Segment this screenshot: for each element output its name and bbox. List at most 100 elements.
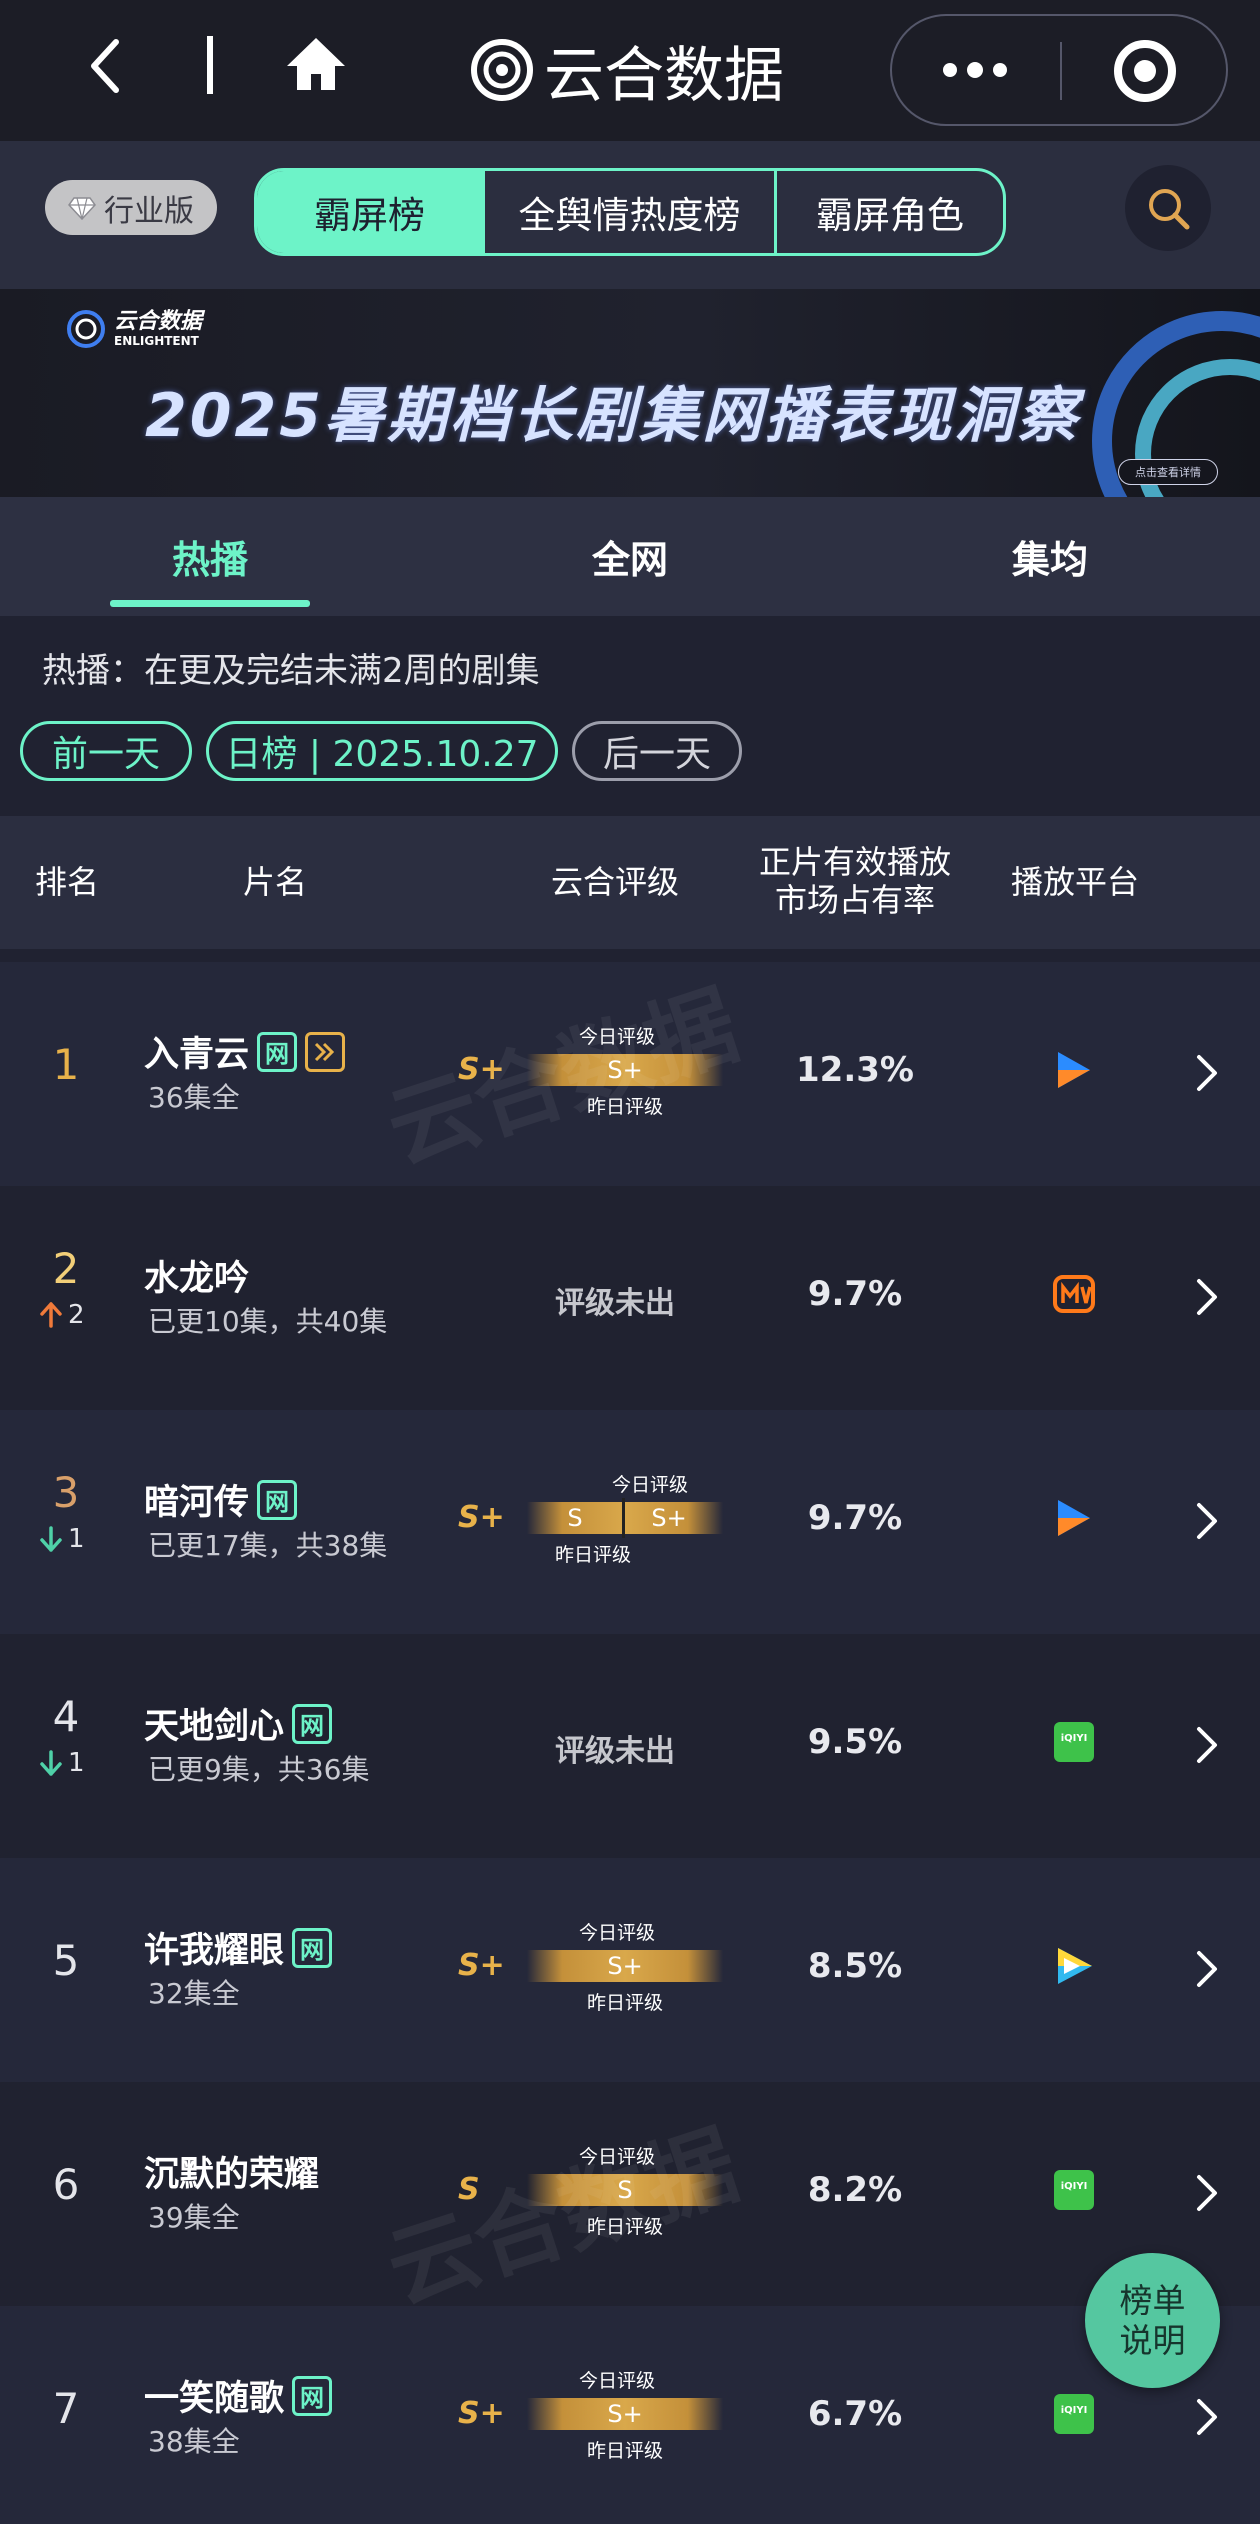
- table-row[interactable]: 5 许我耀眼网 32集全 S+ S+ 今日评级 昨日评级 8.5%: [0, 1858, 1260, 2082]
- table-row[interactable]: 2 2 水龙吟 已更10集，共40集 评级未出 9.7%: [0, 1186, 1260, 1410]
- segment-sentiment-heat[interactable]: 全舆情热度榜: [485, 171, 777, 253]
- search-button[interactable]: [1125, 165, 1211, 251]
- chevron-right-icon[interactable]: [1196, 1278, 1218, 1316]
- prev-day-button[interactable]: 前一天: [20, 721, 192, 781]
- app-title-text: 云合数据: [544, 40, 784, 111]
- col-grade: 云合评级: [550, 863, 679, 901]
- rank-change: 2: [40, 1300, 100, 1330]
- iqiyi-icon[interactable]: iQIYI: [1052, 1720, 1096, 1764]
- drama-title[interactable]: 水龙吟: [144, 1250, 249, 1301]
- enlightent-logo-icon: [67, 310, 105, 348]
- home-icon[interactable]: [285, 36, 347, 92]
- table-row[interactable]: 1 入青云网 36集全 S+ S+ 今日评级 昨日评级 12.3%: [0, 962, 1260, 1186]
- table-header: 排名 片名 云合评级 正片有效播放 市场占有率 播放平台: [0, 816, 1260, 949]
- table-row[interactable]: 3 1 暗河传网已更17集，共38集 S+ S S+ 今日评级 昨日评级 9.7%: [0, 1410, 1260, 1634]
- market-share: 6.7%: [807, 2394, 903, 2434]
- col-share-line2: 市场占有率: [774, 881, 935, 919]
- yesterday-grade-label: 昨日评级: [587, 1096, 664, 1118]
- divider: [207, 36, 213, 94]
- drama-title[interactable]: 入青云网: [144, 1026, 346, 1077]
- promo-banner[interactable]: 云合数据 ENLIGHTENT 2025暑期档长剧集网播表现洞察 点击查看详情: [0, 289, 1260, 497]
- rank-number: 1: [52, 1040, 80, 1089]
- col-platform: 播放平台: [1010, 863, 1139, 901]
- chevron-right-icon[interactable]: [1196, 1054, 1218, 1092]
- market-share: 9.7%: [807, 1274, 903, 1314]
- rank-number: 3: [52, 1468, 80, 1517]
- close-miniprogram-icon[interactable]: [1112, 38, 1178, 104]
- rank-down-icon: [40, 1526, 62, 1552]
- col-title: 片名: [242, 863, 307, 901]
- drama-title[interactable]: 沉默的荣耀: [144, 2146, 319, 2197]
- chevron-right-icon[interactable]: [1196, 2174, 1218, 2212]
- yunhe-grade: S+: [458, 1948, 505, 1983]
- back-icon[interactable]: [86, 38, 126, 94]
- market-share: 9.7%: [807, 1498, 903, 1538]
- rank-number: 2: [52, 1244, 80, 1293]
- next-day-button[interactable]: 后一天: [572, 721, 742, 781]
- mango-tv-icon[interactable]: [1052, 1272, 1096, 1316]
- yunhe-grade: S+: [458, 1052, 505, 1087]
- grade-bar-value: S: [617, 2176, 633, 2204]
- grade-not-available: 评级未出: [555, 1286, 675, 1321]
- today-grade-label: 今日评级: [579, 1026, 656, 1048]
- web-drama-tag: 网: [257, 1031, 298, 1072]
- banner-cta[interactable]: 点击查看详情: [1118, 459, 1218, 485]
- iqiyi-icon[interactable]: iQIYI: [1052, 2168, 1096, 2212]
- rank-up-icon: [40, 1302, 62, 1328]
- chevron-right-icon[interactable]: [1196, 1950, 1218, 1988]
- table-row[interactable]: 4 1 天地剑心网已更9集，共36集 评级未出 9.5% iQIYI: [0, 1634, 1260, 1858]
- list-definition-note: 热播：在更及完结未满2周的剧集: [42, 651, 540, 691]
- episode-status: 39集全: [148, 2201, 240, 2234]
- col-share-line1: 正片有效播放: [758, 843, 951, 881]
- drama-title[interactable]: 一笑随歌网: [144, 2370, 333, 2421]
- episode-status: 38集全: [148, 2425, 240, 2458]
- market-share: 9.5%: [807, 1722, 903, 1762]
- rank-number: 4: [52, 1692, 80, 1741]
- grade-bar-yesterday: S: [567, 1504, 583, 1532]
- table-row[interactable]: 7 一笑随歌网 38集全 S+ S+ 今日评级 昨日评级 6.7% iQIYI: [0, 2306, 1260, 2524]
- market-share: 12.3%: [796, 1050, 914, 1090]
- tencent-video-icon[interactable]: [1052, 1496, 1096, 1540]
- iqiyi-icon[interactable]: iQIYI: [1052, 2392, 1096, 2436]
- more-icon[interactable]: [940, 58, 1010, 82]
- yesterday-grade-label: 昨日评级: [587, 2216, 664, 2238]
- grade-compare-bar: S S+ 今日评级 昨日评级: [527, 1474, 723, 1566]
- exclusive-vip-tag: [305, 1031, 346, 1072]
- table-row[interactable]: 6 沉默的荣耀 39集全 S S 今日评级 昨日评级 8.2% iQIYI: [0, 2082, 1260, 2306]
- grade-compare-bar: S+ 今日评级 昨日评级: [527, 1922, 723, 2014]
- drama-title[interactable]: 许我耀眼网: [144, 1922, 333, 1973]
- date-selector[interactable]: 日榜 | 2025.10.27: [206, 721, 558, 781]
- grade-compare-bar: S+ 今日评级 昨日评级: [527, 2370, 723, 2462]
- drama-title[interactable]: 天地剑心网: [144, 1698, 333, 1749]
- grade-bar-value: S+: [607, 1952, 643, 1980]
- tencent-video-icon[interactable]: [1052, 1048, 1096, 1092]
- yesterday-grade-label: 昨日评级: [587, 1992, 664, 2014]
- rank-change: 1: [40, 1524, 100, 1554]
- chevron-right-icon[interactable]: [1196, 1502, 1218, 1540]
- episode-status: 已更17集，共38集: [148, 1529, 388, 1562]
- chevron-right-icon[interactable]: [1196, 1726, 1218, 1764]
- yesterday-grade-label: 昨日评级: [555, 1544, 632, 1566]
- drama-title[interactable]: 暗河传网: [144, 1474, 298, 1525]
- grade-compare-bar: S+ 今日评级 昨日评级: [527, 1026, 723, 1118]
- ranking-explanation-button[interactable]: 榜单 说明: [1085, 2253, 1220, 2388]
- yunhe-grade: S+: [458, 1500, 505, 1535]
- segment-dominant-roles[interactable]: 霸屏角色: [777, 171, 1003, 253]
- banner-logo: 云合数据 ENLIGHTENT: [66, 309, 202, 349]
- segment-dominance[interactable]: 霸屏榜: [257, 171, 485, 253]
- tab-per-episode[interactable]: 集均: [950, 497, 1150, 616]
- col-rank: 排名: [34, 863, 99, 901]
- yunhe-grade: S+: [458, 2396, 505, 2431]
- rank-number: 7: [52, 2384, 80, 2433]
- yunhe-grade: S: [458, 2172, 480, 2207]
- youku-icon[interactable]: [1052, 1944, 1096, 1988]
- tab-hot[interactable]: 热播: [110, 497, 310, 616]
- app-title: 云合数据: [470, 30, 784, 111]
- episode-status: 已更9集，共36集: [148, 1753, 370, 1786]
- tab-all-network[interactable]: 全网: [530, 497, 730, 616]
- grade-compare-bar: S 今日评级 昨日评级: [527, 2146, 723, 2238]
- rank-change: 1: [40, 1748, 100, 1778]
- industry-badge[interactable]: 行业版: [45, 180, 217, 235]
- rank-number: 5: [52, 1936, 80, 1985]
- chevron-right-icon[interactable]: [1196, 2398, 1218, 2436]
